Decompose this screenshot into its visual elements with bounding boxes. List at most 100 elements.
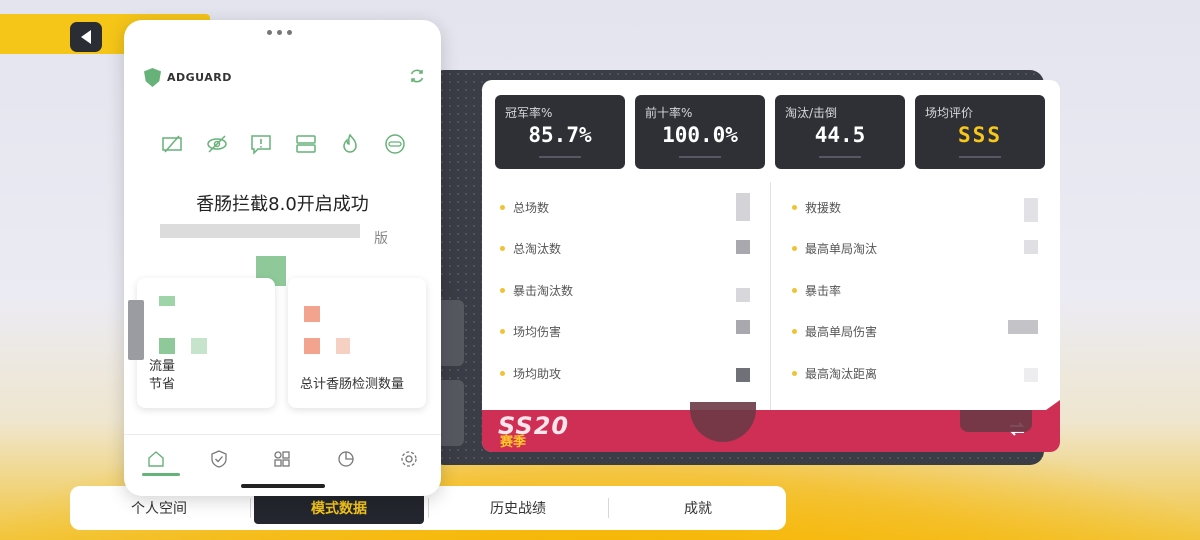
stat-box-top10-rate: 前十率% 100.0% [635, 95, 765, 169]
stat-row: 总淘汰数 [500, 238, 561, 258]
card-label: 流量 节省 [149, 358, 175, 394]
tab-divider [250, 498, 251, 518]
blurred-graphic [336, 338, 350, 354]
stat-label: 淘汰/击倒 [785, 106, 838, 120]
brand-name: ADGUARD [167, 71, 232, 84]
stat-box-rating: 场均评价 SSS [915, 95, 1045, 169]
masked-value [736, 240, 750, 254]
stat-value: SSS [958, 123, 1002, 147]
active-nav-indicator [142, 473, 180, 476]
stat-row: 暴击淘汰数 [500, 280, 573, 300]
subtitle-tail: 版 [374, 231, 388, 247]
bullet-icon [792, 245, 797, 251]
tab-history[interactable]: 历史战绩 [430, 492, 606, 524]
scroll-handle[interactable] [128, 300, 144, 360]
apps-icon[interactable] [273, 450, 291, 468]
face-icon[interactable] [384, 133, 406, 155]
stat-underline [679, 156, 721, 158]
gear-icon[interactable] [440, 276, 456, 292]
stat-label: 冠军率% [505, 106, 553, 120]
stat-row-label: 总场数 [513, 200, 550, 215]
stat-row: 救援数 [792, 197, 841, 217]
tab-divider [608, 498, 609, 518]
stat-row-label: 暴击率 [805, 283, 842, 298]
home-icon[interactable] [147, 450, 165, 468]
blurred-graphic [159, 338, 175, 354]
bullet-icon [500, 245, 505, 251]
stat-underline [959, 156, 1001, 158]
bullet-icon [792, 204, 797, 210]
masked-value [1024, 368, 1038, 382]
masked-value [1024, 240, 1038, 254]
stats-icon[interactable] [337, 450, 355, 468]
shield-check-icon[interactable] [210, 449, 228, 468]
stat-row: 暴击率 [792, 280, 841, 300]
detection-card[interactable]: 总计香肠检测数量 [288, 278, 426, 408]
stat-row: 最高单局淘汰 [792, 238, 877, 258]
bullet-icon [792, 287, 797, 293]
mode-stats-card: 冠军率% 85.7% 前十率% 100.0% 淘汰/击倒 44.5 场均评价 S… [482, 80, 1060, 452]
masked-value [736, 320, 750, 334]
stat-row: 场均助攻 [500, 363, 561, 383]
bullet-icon [500, 328, 505, 334]
stat-row: 最高单局伤害 [792, 321, 877, 341]
stat-label: 场均评价 [925, 106, 974, 120]
tab-mode-data[interactable]: 模式数据 [254, 492, 424, 524]
bullet-icon [792, 370, 797, 376]
stat-row-label: 最高单局伤害 [805, 324, 878, 339]
eye-off-icon[interactable] [206, 133, 228, 155]
adguard-overlay: ADGUARD 香肠拦截8.0开启成功 版 流量 节省 总计香肠检测数量 [124, 20, 441, 496]
home-indicator[interactable] [241, 484, 325, 488]
overlay-circle-bottom [960, 410, 1032, 432]
card-label-line2: 节省 [149, 377, 176, 392]
masked-value [1024, 198, 1038, 222]
back-button[interactable] [70, 22, 102, 52]
traffic-card[interactable]: 流量 节省 [137, 278, 275, 408]
bullet-icon [792, 328, 797, 334]
stat-row-label: 场均助攻 [513, 366, 562, 381]
bullet-icon [500, 370, 505, 376]
status-title: 香肠拦截8.0开启成功 [196, 194, 369, 215]
message-alert-icon[interactable] [250, 133, 272, 155]
stat-row: 场均伤害 [500, 321, 561, 341]
stat-value: 100.0% [662, 123, 738, 147]
fire-icon[interactable] [339, 133, 361, 155]
bullet-icon [500, 287, 505, 293]
tab-divider [428, 498, 429, 518]
stat-box-kd: 淘汰/击倒 44.5 [775, 95, 905, 169]
stat-underline [539, 156, 581, 158]
stat-label: 前十率% [645, 106, 693, 120]
blurred-graphic [159, 296, 175, 306]
stat-row: 总场数 [500, 197, 549, 217]
stat-row-label: 总淘汰数 [513, 241, 562, 256]
stat-value: 44.5 [814, 123, 866, 147]
stat-row-label: 场均伤害 [513, 324, 562, 339]
stat-row-label: 最高淘汰距离 [805, 366, 878, 381]
stat-box-win-rate: 冠军率% 85.7% [495, 95, 625, 169]
stat-underline [819, 156, 861, 158]
stat-row-label: 最高单局淘汰 [805, 241, 878, 256]
masked-value [736, 193, 750, 221]
masked-value [736, 288, 750, 302]
blurred-graphic [304, 306, 320, 322]
blurred-graphic [191, 338, 207, 354]
masked-value [1008, 320, 1038, 334]
stat-row: 最高淘汰距离 [792, 363, 877, 383]
stat-row-label: 救援数 [805, 200, 842, 215]
no-ads-icon[interactable] [161, 133, 183, 155]
column-divider [770, 182, 771, 422]
blurred-subtitle [160, 224, 360, 238]
tab-personal-space[interactable]: 个人空间 [70, 492, 248, 524]
adguard-logo: ADGUARD [144, 68, 232, 87]
tab-achievements[interactable]: 成就 [610, 492, 786, 524]
feature-icons [161, 133, 406, 155]
card-label-line1: 流量 [149, 359, 176, 374]
adguard-shield-icon [144, 68, 161, 87]
blurred-graphic [304, 338, 320, 354]
refresh-icon[interactable] [409, 68, 425, 84]
more-icon[interactable] [267, 30, 299, 38]
settings-icon[interactable] [400, 450, 418, 468]
stat-value: 85.7% [528, 123, 592, 147]
server-icon[interactable] [295, 133, 317, 155]
card-label: 总计香肠检测数量 [300, 377, 405, 392]
